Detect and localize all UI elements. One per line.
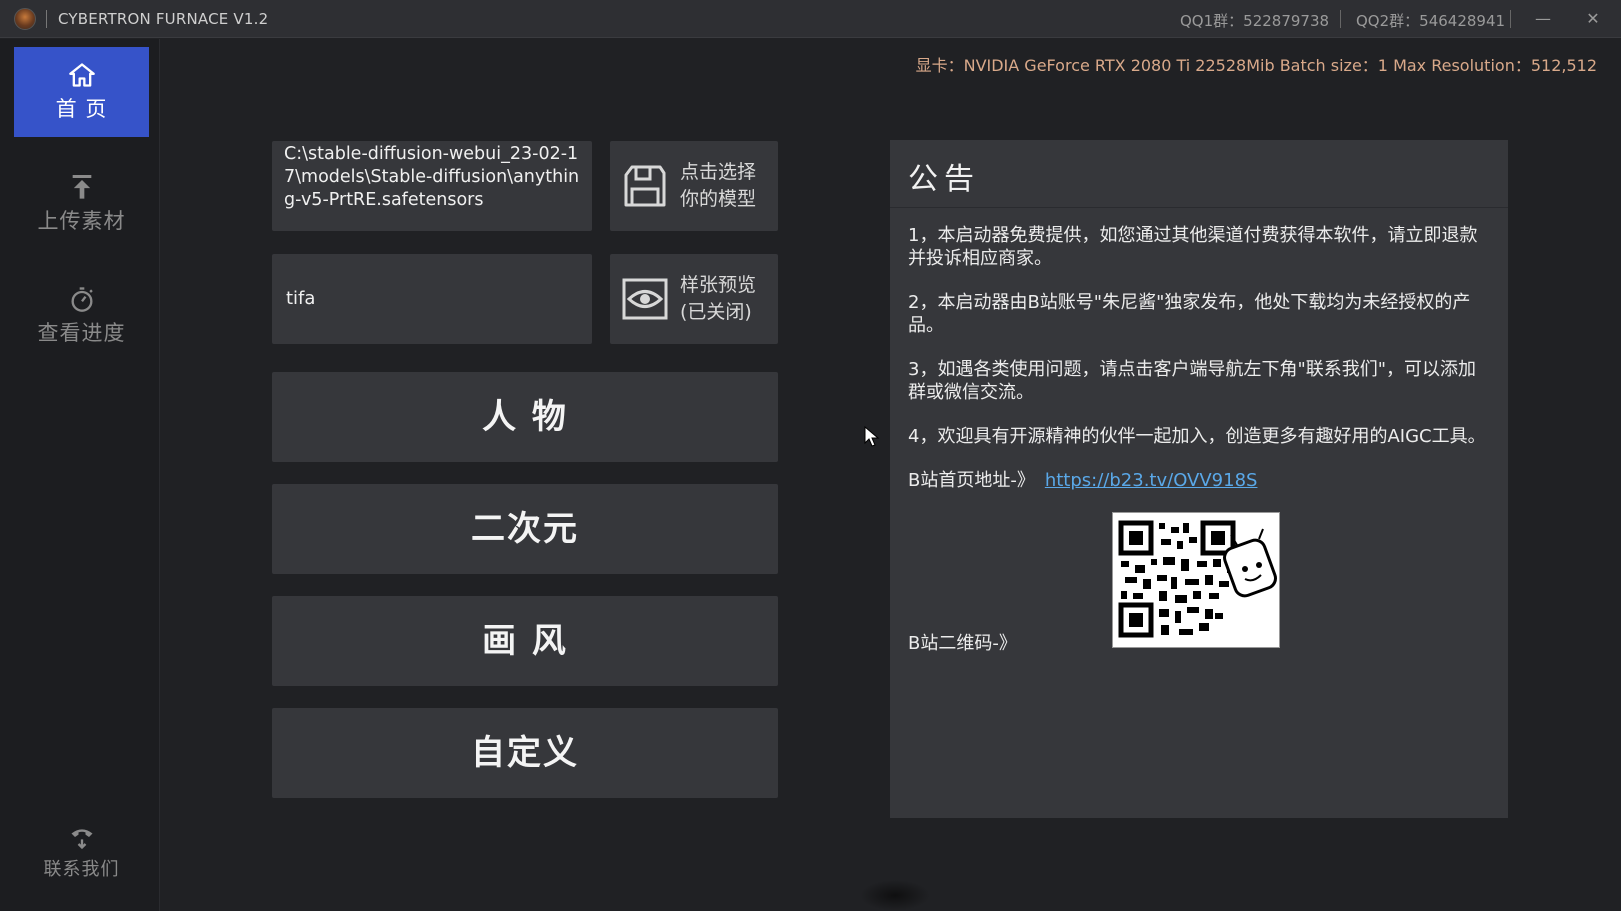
- select-model-button[interactable]: 点击选择 你的模型: [610, 141, 778, 231]
- qr-label: B站二维码-》: [908, 633, 1017, 654]
- custom-button[interactable]: 自定义: [272, 708, 778, 798]
- sidebar-item-upload[interactable]: 上传素材: [14, 159, 149, 249]
- style-button[interactable]: 画 风: [272, 596, 778, 686]
- anime-button[interactable]: 二次元: [272, 484, 778, 574]
- notice-title: 公告: [890, 140, 1508, 208]
- close-button[interactable]: ✕: [1578, 6, 1608, 32]
- character-button[interactable]: 人 物: [272, 372, 778, 462]
- preview-label: 样张预览 (已关闭): [680, 272, 772, 326]
- gpu-info: 显卡：NVIDIA GeForce RTX 2080 Ti 22528Mib B…: [915, 56, 1597, 75]
- notice-item: 2，本启动器由B站账号"朱尼酱"独家发布，他处下载均为未经授权的产品。: [908, 292, 1471, 336]
- sidebar-item-progress[interactable]: 查看进度: [14, 271, 149, 361]
- select-model-label: 点击选择 你的模型: [680, 159, 772, 213]
- preview-toggle-button[interactable]: 样张预览 (已关闭): [610, 254, 778, 344]
- qq-group-2: QQ2群：546428941: [1356, 12, 1506, 30]
- mouse-cursor-icon: [864, 426, 880, 447]
- app-logo-icon: [14, 8, 36, 30]
- sidebar-item-contact[interactable]: 联系我们: [14, 809, 149, 899]
- qr-row: B站二维码-》: [908, 512, 1490, 654]
- phone-icon: [71, 829, 92, 850]
- preview-label-line2: (已关闭): [680, 301, 752, 323]
- save-model-icon: [624, 165, 666, 207]
- title-separator: [46, 10, 47, 28]
- sidebar-item-label: 查看进度: [37, 321, 126, 345]
- select-model-label-line2: 你的模型: [680, 188, 757, 210]
- qq-separator-2: [1510, 10, 1511, 28]
- qq-group-1: QQ1群：522879738: [1180, 12, 1330, 30]
- notice-item: 3，如遇各类使用问题，请点击客户端导航左下角"联系我们"，可以添加群或微信交流。: [908, 359, 1477, 403]
- upload-icon: [72, 175, 91, 199]
- notice-body: 1，本启动器免费提供，如您通过其他渠道付费获得本软件，请立即退款并投诉相应商家。…: [890, 208, 1508, 654]
- model-path-display: C:\stable-diffusion-webui_23-02-17\model…: [272, 141, 592, 231]
- stopwatch-icon: [71, 287, 93, 312]
- sidebar-item-home[interactable]: 首 页: [14, 47, 149, 137]
- homepage-link[interactable]: https://b23.tv/OVV918S: [1045, 470, 1258, 491]
- prompt-input[interactable]: [272, 254, 592, 344]
- qq-separator: [1340, 10, 1341, 28]
- minimize-button[interactable]: —: [1528, 6, 1558, 32]
- sidebar-item-label: 首 页: [55, 97, 108, 121]
- notice-item: 4，欢迎具有开源精神的伙伴一起加入，创造更多有趣好用的AIGC工具。: [908, 426, 1486, 447]
- eye-icon: [622, 278, 668, 320]
- window-title: CYBERTRON FURNACE V1.2: [58, 10, 269, 28]
- notice-item: 1，本启动器免费提供，如您通过其他渠道付费获得本软件，请立即退款并投诉相应商家。: [908, 225, 1478, 269]
- notice-panel: 公告 1，本启动器免费提供，如您通过其他渠道付费获得本软件，请立即退款并投诉相应…: [890, 140, 1508, 818]
- homepage-row: B站首页地址-》 https://b23.tv/OVV918S: [908, 469, 1490, 492]
- select-model-label-line1: 点击选择: [680, 161, 757, 183]
- bottom-shadow: [860, 880, 930, 911]
- sidebar: 首 页 上传素材 查看进度 联系我们: [0, 39, 160, 911]
- homepage-label: B站首页地址-》: [908, 470, 1035, 491]
- sidebar-item-label: 上传素材: [37, 209, 126, 233]
- home-icon: [68, 63, 95, 87]
- preview-label-line1: 样张预览: [680, 274, 757, 296]
- sidebar-item-label: 联系我们: [43, 859, 120, 880]
- qr-code-image: [1112, 512, 1280, 648]
- title-bar: CYBERTRON FURNACE V1.2 QQ1群：522879738 QQ…: [0, 0, 1621, 38]
